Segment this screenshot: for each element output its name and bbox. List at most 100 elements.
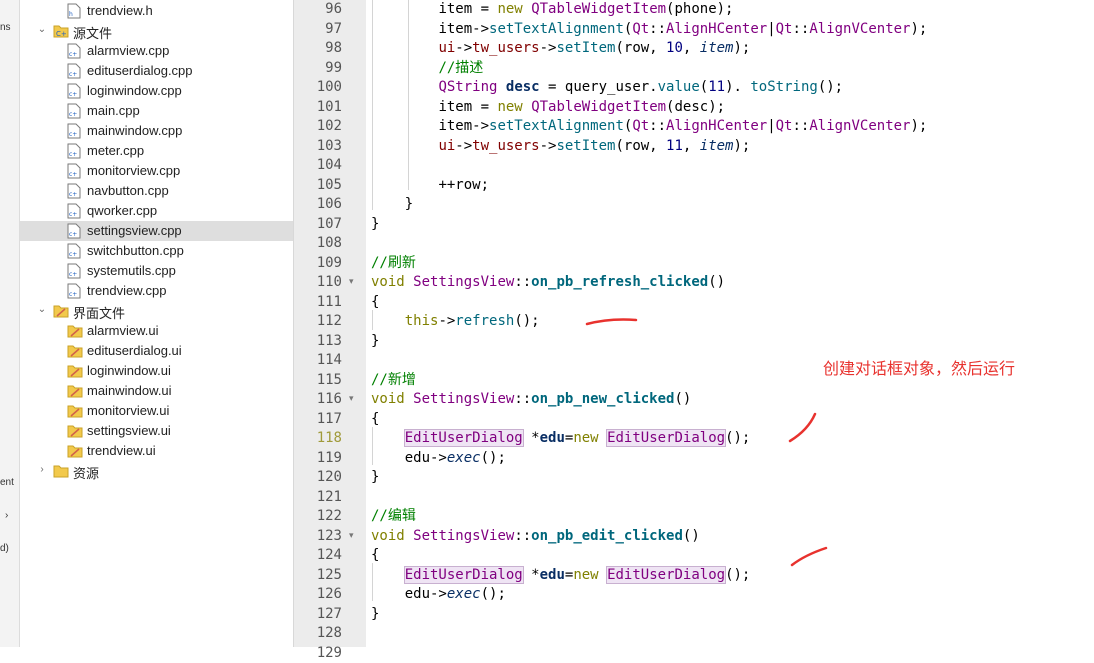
tree-file-item[interactable]: c+ loginwindow.cpp [20,81,293,101]
line-number: 108 [316,235,342,251]
tree-file-item[interactable]: c+ main.cpp [20,101,293,121]
line-number: 102 [316,118,342,134]
tree-file-item[interactable]: h trendview.h [20,1,293,21]
fold-marker-icon[interactable]: ▾ [349,273,361,292]
line-number: 99 [325,59,342,76]
code-line[interactable]: } [371,605,379,624]
tree-item-label: trendview.cpp [87,283,167,298]
tree-file-item[interactable]: c+ navbutton.cpp [20,181,293,201]
fold-marker-icon[interactable]: ▾ [349,390,361,409]
code-token: ); [910,20,928,37]
chevron-down-icon[interactable]: ⌄ [36,304,48,316]
code-line[interactable]: { [371,546,379,565]
tree-file-item[interactable]: c+ systemutils.cpp [20,261,293,281]
tree-file-item[interactable]: mainwindow.ui [20,381,293,401]
mode-label-fragment[interactable]: d) [0,543,9,554]
tree-file-item[interactable]: c+ edituserdialog.cpp [20,61,293,81]
code-line[interactable]: item = new QTableWidgetItem(phone); [371,0,733,19]
code-token: setTextAlignment [489,20,624,37]
tree-file-item[interactable]: trendview.ui [20,441,293,461]
code-line[interactable]: ui->tw_users->setItem(row, 10, item); [371,39,750,58]
code-line[interactable]: { [371,410,379,429]
chevron-right-icon[interactable]: › [36,464,48,476]
tree-file-item[interactable]: c+ alarmview.cpp [20,41,293,61]
tree-file-item[interactable]: c+ switchbutton.cpp [20,241,293,261]
code-token: Qt [632,118,650,134]
code-token: } [371,215,380,232]
code-line[interactable]: QString desc = query_user.value(11). toS… [371,78,843,97]
line-number: 116 [316,391,342,407]
tree-file-item[interactable]: monitorview.ui [20,401,293,421]
code-token: | [767,118,776,134]
code-line[interactable]: //编辑 [371,507,416,526]
code-line[interactable]: item->setTextAlignment(Qt::AlignHCenter|… [371,20,927,39]
tree-file-item[interactable]: edituserdialog.ui [20,341,293,361]
code-token: new [497,1,523,17]
tree-file-item[interactable]: c+ monitorview.cpp [20,161,293,181]
code-token: void [371,527,405,544]
code-line[interactable]: { [371,293,379,312]
code-line[interactable]: this->refresh(); [371,312,540,331]
code-token: -> [539,137,557,154]
code-line[interactable]: void SettingsView::on_pb_refresh_clicked… [371,273,725,292]
code-line[interactable]: } [371,468,379,487]
tree-folder[interactable]: ⌄ 界面文件 [20,301,293,321]
code-line[interactable]: } [371,195,413,214]
tree-file-item[interactable]: loginwindow.ui [20,361,293,381]
code-line[interactable]: void SettingsView::on_pb_edit_clicked() [371,527,700,546]
code-line[interactable]: item = new QTableWidgetItem(desc); [371,98,725,117]
tree-folder[interactable]: ⌄ C+ 源文件 [20,21,293,41]
code-token: } [404,196,414,212]
tree-file-item[interactable]: c+ settingsview.cpp [20,221,293,241]
code-editor[interactable]: item = new QTableWidgetItem(phone); item… [366,0,1094,647]
tree-item-label: edituserdialog.ui [87,343,182,358]
code-token: ++row; [438,176,490,193]
code-line[interactable]: EditUserDialog *edu=new EditUserDialog()… [371,429,750,448]
mode-label-fragment[interactable]: ns [0,22,11,33]
code-line[interactable]: } [371,215,379,234]
code-token: , [682,137,700,154]
svg-text:c+: c+ [69,91,77,98]
chevron-down-icon[interactable]: ⌄ [36,24,48,36]
tree-file-item[interactable]: c+ mainwindow.cpp [20,121,293,141]
mode-selector-strip[interactable]: ns ent › d) [0,0,20,647]
code-line[interactable]: void SettingsView::on_pb_new_clicked() [371,390,691,409]
project-tree[interactable]: h trendview.h ⌄ C+ 源文件 c+ alarmview.cpp c+ editu… [20,0,294,647]
code-line[interactable]: EditUserDialog *edu=new EditUserDialog()… [371,565,750,585]
svg-text:c+: c+ [69,71,77,78]
code-line[interactable]: //刷新 [371,254,416,273]
code-token: :: [514,274,532,290]
tree-file-item[interactable]: c+ qworker.cpp [20,201,293,221]
tree-file-item[interactable]: alarmview.ui [20,321,293,341]
line-number-gutter: 96 97 98 99 100 101 102 103 104 105 106 107 108 109 11… [294,0,366,661]
tree-file-item[interactable]: c+ meter.cpp [20,141,293,161]
expand-arrow-icon[interactable]: › [5,510,8,521]
code-line[interactable]: //新增 [371,371,416,390]
svg-text:C+: C+ [56,30,67,38]
code-line[interactable]: ++row; [371,176,489,195]
code-token: 10 [666,40,683,56]
code-line[interactable]: ui->tw_users->setItem(row, 11, item); [371,137,750,156]
code-line[interactable]: item->setTextAlignment(Qt::AlignHCenter|… [371,117,927,136]
tree-file-item[interactable]: settingsview.ui [20,421,293,441]
fold-marker-icon[interactable]: ▾ [349,527,361,546]
ui-file-icon [67,383,83,402]
cpp-file-icon: c+ [67,83,81,102]
code-line[interactable]: } [371,332,379,351]
code-line[interactable]: //描述 [371,59,483,78]
code-token: refresh [455,313,515,329]
tree-folder[interactable]: › 资源 [20,461,293,481]
tree-file-item[interactable]: c+ trendview.cpp [20,281,293,301]
code-line[interactable]: edu->exec(); [371,449,506,468]
folder-icon: C+ [53,23,69,42]
code-line[interactable]: edu->exec(); [371,585,506,604]
cpp-file-icon: c+ [67,163,81,182]
mode-label-fragment[interactable]: ent [0,477,14,488]
code-token: ); [733,137,751,154]
svg-text:c+: c+ [69,211,77,218]
ui-file-icon [67,363,83,382]
code-token: setItem [556,137,616,154]
